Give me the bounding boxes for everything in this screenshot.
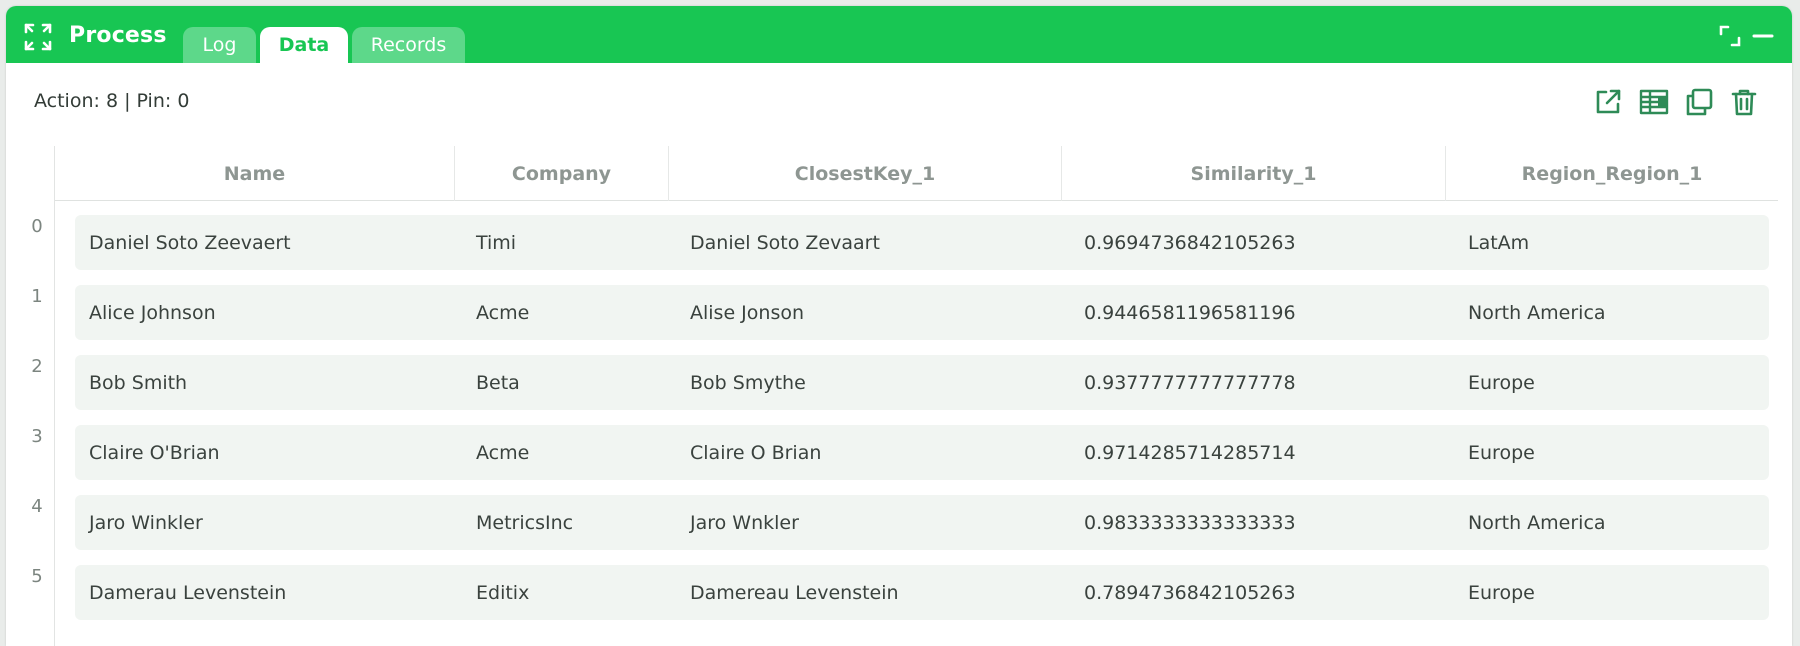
cell-name: Alice Johnson (89, 301, 216, 324)
expand-arrows-icon (24, 23, 52, 51)
row-index: 2 (31, 356, 43, 377)
tab-data[interactable]: Data (260, 27, 348, 63)
open-external-icon[interactable] (1592, 86, 1624, 118)
table-row[interactable]: Damerau Levenstein Editix Damereau Leven… (75, 565, 1769, 620)
title-bar: Process Log Data Records (6, 6, 1792, 63)
cell-similarity: 0.9694736842105263 (1084, 231, 1296, 254)
status-text: Action: 8 | Pin: 0 (34, 90, 190, 112)
table-row[interactable]: Jaro Winkler MetricsInc Jaro Wnkler 0.98… (75, 495, 1769, 550)
trash-icon[interactable] (1728, 86, 1760, 118)
cell-name: Daniel Soto Zeevaert (89, 231, 291, 254)
column-header-company[interactable]: Company (455, 146, 669, 201)
row-index: 1 (31, 286, 43, 307)
table-view-icon[interactable] (1638, 86, 1670, 118)
row-index: 3 (31, 426, 43, 447)
cell-region: Europe (1468, 581, 1535, 604)
cell-similarity: 0.9446581196581196 (1084, 301, 1296, 324)
data-table: Name Company ClosestKey_1 Similarity_1 R… (19, 146, 1779, 646)
copy-icon[interactable] (1683, 86, 1715, 118)
cell-company: Beta (476, 371, 520, 394)
cell-similarity: 0.9714285714285714 (1084, 441, 1296, 464)
cell-name: Bob Smith (89, 371, 188, 394)
cell-closestkey: Bob Smythe (690, 371, 806, 394)
cell-region: North America (1468, 301, 1606, 324)
cell-similarity: 0.9833333333333333 (1084, 511, 1296, 534)
table-header: Name Company ClosestKey_1 Similarity_1 R… (55, 146, 1778, 201)
table-row[interactable]: Daniel Soto Zeevaert Timi Daniel Soto Ze… (75, 215, 1769, 270)
cell-region: Europe (1468, 441, 1535, 464)
cell-company: Acme (476, 301, 530, 324)
column-header-name[interactable]: Name (55, 146, 455, 201)
table-row[interactable]: Bob Smith Beta Bob Smythe 0.937777777777… (75, 355, 1769, 410)
cell-company: Timi (476, 231, 517, 254)
table-row[interactable]: Alice Johnson Acme Alise Jonson 0.944658… (75, 285, 1769, 340)
minimize-icon[interactable] (1751, 24, 1775, 48)
fullscreen-icon[interactable] (1718, 24, 1742, 48)
cell-similarity: 0.7894736842105263 (1084, 581, 1296, 604)
cell-region: LatAm (1468, 231, 1530, 254)
cell-company: Acme (476, 441, 530, 464)
process-panel: Process Log Data Records Action: 8 | Pin… (6, 6, 1792, 646)
cell-region: North America (1468, 511, 1606, 534)
window-title: Process (69, 23, 167, 48)
cell-closestkey: Damereau Levenstein (690, 581, 899, 604)
tab-records[interactable]: Records (352, 27, 465, 63)
tab-log[interactable]: Log (183, 27, 256, 63)
cell-company: Editix (476, 581, 530, 604)
cell-company: MetricsInc (476, 511, 574, 534)
row-index: 5 (31, 566, 43, 587)
column-header-closestkey[interactable]: ClosestKey_1 (669, 146, 1062, 201)
cell-name: Damerau Levenstein (89, 581, 287, 604)
cell-closestkey: Daniel Soto Zevaart (690, 231, 880, 254)
cell-closestkey: Claire O Brian (690, 441, 822, 464)
cell-closestkey: Jaro Wnkler (690, 511, 799, 534)
column-header-similarity[interactable]: Similarity_1 (1062, 146, 1446, 201)
cell-name: Jaro Winkler (89, 511, 203, 534)
cell-region: Europe (1468, 371, 1535, 394)
table-row[interactable]: Claire O'Brian Acme Claire O Brian 0.971… (75, 425, 1769, 480)
row-index: 4 (31, 496, 43, 517)
row-index: 0 (31, 216, 43, 237)
cell-similarity: 0.9377777777777778 (1084, 371, 1296, 394)
cell-closestkey: Alise Jonson (690, 301, 805, 324)
cell-name: Claire O'Brian (89, 441, 220, 464)
column-header-region[interactable]: Region_Region_1 (1446, 146, 1778, 201)
